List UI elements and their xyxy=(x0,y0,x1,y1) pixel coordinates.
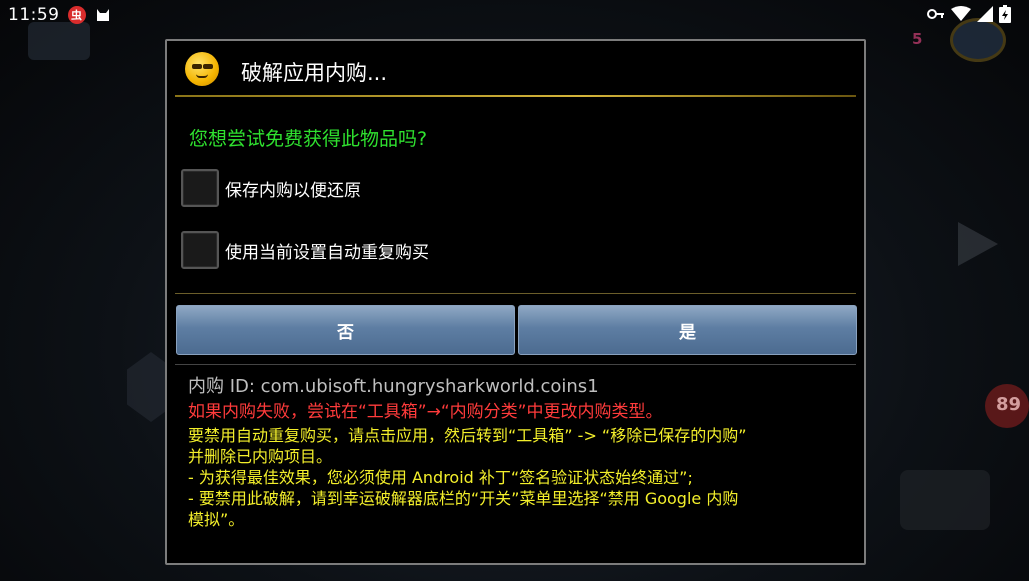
background-heart-count: 89 xyxy=(996,394,1022,415)
background-lives-count: 5 xyxy=(912,30,923,48)
key-icon xyxy=(927,9,944,19)
status-bar: 11:59 虫 xyxy=(0,0,1029,30)
status-icons xyxy=(927,5,1011,23)
auto-repeat-label: 使用当前设置自动重复购买 xyxy=(225,242,429,263)
smiley-sunglasses-icon xyxy=(185,52,219,86)
instruction-line: 并删除已内购项目。 xyxy=(188,447,333,466)
dialog-question: 您想尝试免费获得此物品吗? xyxy=(189,128,428,150)
battery-icon xyxy=(999,5,1011,23)
failure-hint-text: 如果内购失败，尝试在“工具箱”→“内购分类”中更改内购类型。 xyxy=(188,402,663,422)
yes-button[interactable]: 是 xyxy=(518,305,857,355)
dialog-title: 破解应用内购... xyxy=(241,61,388,85)
instruction-line: 模拟”。 xyxy=(188,510,245,529)
notification-app-icon: 虫 xyxy=(67,6,86,24)
instruction-line: 要禁用自动重复购买，请点击应用，然后转到“工具箱” -> “移除已保存的内购” xyxy=(188,426,747,445)
save-purchase-label: 保存内购以便还原 xyxy=(225,180,361,201)
no-button[interactable]: 否 xyxy=(176,305,515,355)
purchase-id-text: 内购 ID: com.ubisoft.hungrysharkworld.coin… xyxy=(188,376,599,397)
save-purchase-checkbox[interactable] xyxy=(181,169,219,207)
background-camera-icon xyxy=(900,470,990,530)
header-divider xyxy=(175,95,856,97)
checkbox-row-auto-repeat[interactable]: 使用当前设置自动重复购买 xyxy=(181,231,429,269)
status-time: 11:59 xyxy=(8,5,60,25)
auto-repeat-checkbox[interactable] xyxy=(181,231,219,269)
background-next-arrow-icon xyxy=(958,222,998,266)
info-section: 内购 ID: com.ubisoft.hungrysharkworld.coin… xyxy=(188,375,848,530)
instruction-line: - 要禁用此破解，请到幸运破解器底栏的“开关”菜单里选择“禁用 Google 内… xyxy=(188,489,739,508)
buttons-divider xyxy=(175,364,856,365)
crack-iap-dialog: 破解应用内购... 您想尝试免费获得此物品吗? 保存内购以便还原 使用当前设置自… xyxy=(165,39,866,565)
signal-icon xyxy=(977,6,993,22)
checkbox-row-save-purchase[interactable]: 保存内购以便还原 xyxy=(181,169,361,207)
cat-icon xyxy=(96,9,109,21)
options-divider xyxy=(175,293,856,294)
instruction-line: - 为获得最佳效果，您必须使用 Android 补丁“签名验证状态始终通过”; xyxy=(188,468,693,487)
wifi-icon xyxy=(951,6,971,21)
